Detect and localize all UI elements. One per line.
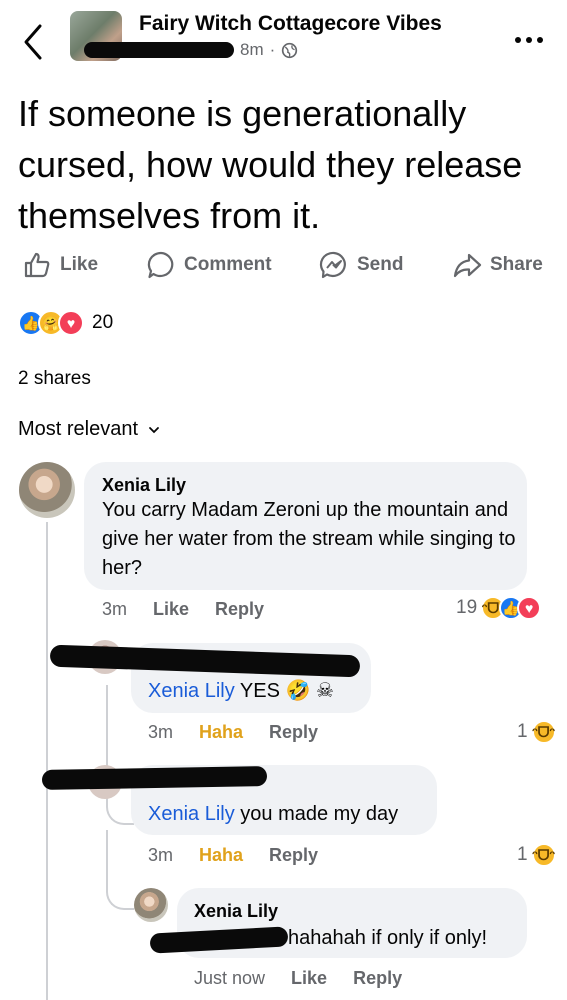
reply-text-body: hahahah if only if only! (288, 927, 488, 949)
send-label: Send (357, 254, 404, 275)
comment-actions: 3m Like Reply (102, 599, 264, 620)
reply-text-body: YES (239, 680, 280, 702)
laughing-skull-emoji: 🤣 ☠ (285, 680, 334, 702)
more-options-button[interactable] (515, 32, 551, 48)
comment-text: You carry Madam Zeroni up the mountain a… (102, 499, 516, 579)
haha-reaction-icon: ᵔᗜᵔ (531, 720, 556, 744)
share-label: Share (490, 254, 543, 275)
haha-reaction-button[interactable]: Haha (199, 722, 243, 743)
send-button[interactable]: Send (319, 248, 403, 282)
reply-text: Xenia Lily YES 🤣 ☠ (148, 677, 334, 706)
more-icon (515, 37, 521, 43)
back-button[interactable] (18, 22, 48, 62)
chevron-down-icon (149, 426, 159, 433)
redacted-author (84, 42, 234, 58)
reply-reaction-count: 1 (517, 844, 528, 865)
messenger-icon (319, 251, 346, 279)
avatar[interactable] (134, 888, 168, 922)
reply-like-button[interactable]: Like (291, 968, 327, 989)
post-meta: 8m · (84, 40, 298, 60)
reaction-count: 20 (92, 312, 114, 333)
post-text: If someone is generationally cursed, how… (18, 93, 523, 236)
reply-time[interactable]: Just now (194, 968, 265, 989)
comment-label: Comment (184, 254, 272, 275)
thumbs-up-icon (24, 252, 50, 278)
reply-button[interactable]: Reply (269, 845, 318, 866)
love-reaction-icon: ♥ (517, 596, 542, 620)
reply-author[interactable]: Xenia Lily (194, 901, 278, 922)
haha-reaction-button[interactable]: Haha (199, 845, 243, 866)
reply-thread-curve (106, 830, 134, 910)
comment-like-button[interactable]: Like (153, 599, 189, 620)
comment-time[interactable]: 3m (102, 599, 127, 620)
comment-reply-button[interactable]: Reply (215, 599, 264, 620)
share-button[interactable]: Share (452, 248, 543, 282)
comment-button[interactable]: Comment (146, 248, 272, 282)
reply-thread-curve (106, 685, 134, 825)
avatar[interactable] (19, 462, 75, 518)
mention-link[interactable]: Xenia Lily (148, 803, 235, 825)
reply-reactions[interactable]: 1 ᵔᗜᵔ (517, 720, 556, 744)
reaction-summary[interactable]: 👍 🤗 ♥ 20 (18, 310, 113, 336)
reply-text: Xenia Lily you made my day (148, 800, 398, 829)
reply-time[interactable]: 3m (148, 722, 173, 743)
reply-actions: 3m Haha Reply (148, 845, 318, 866)
post-time[interactable]: 8m (240, 40, 264, 60)
comment-author[interactable]: Xenia Lily (102, 475, 186, 496)
thread-line (46, 522, 48, 1000)
reply-reactions[interactable]: 1 ᵔᗜᵔ (517, 843, 556, 867)
sort-label: Most relevant (18, 418, 139, 440)
love-reaction-icon: ♥ (58, 310, 84, 336)
meta-dot: · (269, 40, 276, 59)
reply-button[interactable]: Reply (269, 722, 318, 743)
mention-link[interactable]: Xenia Lily (148, 680, 235, 702)
comment-icon (147, 251, 174, 279)
reply-actions: 3m Haha Reply (148, 722, 318, 743)
shares-count[interactable]: 2 shares (18, 368, 91, 390)
comment-reaction-count: 19 (456, 597, 478, 618)
comment-reactions[interactable]: 19 ᵔᗜᵔ 👍 ♥ (456, 596, 542, 620)
comment-bubble: Xenia Lily You carry Madam Zeroni up the… (84, 462, 527, 590)
share-icon (453, 253, 482, 278)
like-label: Like (60, 254, 99, 275)
reply-button[interactable]: Reply (353, 968, 402, 989)
reply-reaction-count: 1 (517, 721, 528, 742)
haha-reaction-icon: ᵔᗜᵔ (531, 843, 556, 867)
redacted-name (41, 766, 268, 790)
globe-icon (282, 42, 298, 58)
comment-sort-dropdown[interactable]: Most relevant (18, 418, 160, 441)
like-button[interactable]: Like (22, 248, 98, 282)
chevron-left-icon (24, 24, 42, 60)
group-name[interactable]: Fairy Witch Cottagecore Vibes (139, 12, 442, 36)
reply-text-body: you made my day (240, 803, 399, 825)
reply-actions: Just now Like Reply (194, 968, 402, 989)
reply-time[interactable]: 3m (148, 845, 173, 866)
